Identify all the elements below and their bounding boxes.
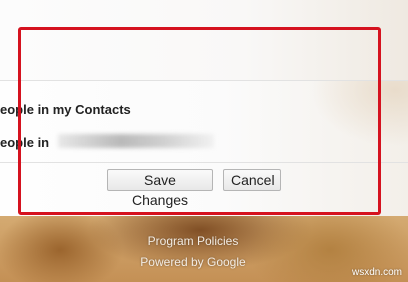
- program-policies-link[interactable]: Program Policies: [0, 234, 386, 248]
- visibility-option-other: eople in: [0, 135, 50, 150]
- save-changes-button[interactable]: Save Changes: [107, 169, 213, 208]
- panel-header-area: [0, 0, 408, 81]
- cancel-button[interactable]: Cancel: [223, 169, 281, 191]
- watermark: wsxdn.com: [351, 267, 402, 278]
- divider: [0, 162, 408, 163]
- redacted-text: [58, 134, 214, 148]
- settings-panel: eople in my Contacts eople in Save Chang…: [0, 0, 408, 216]
- visibility-option-contacts: eople in my Contacts: [0, 102, 131, 117]
- powered-by-google-link[interactable]: Powered by Google: [0, 255, 386, 269]
